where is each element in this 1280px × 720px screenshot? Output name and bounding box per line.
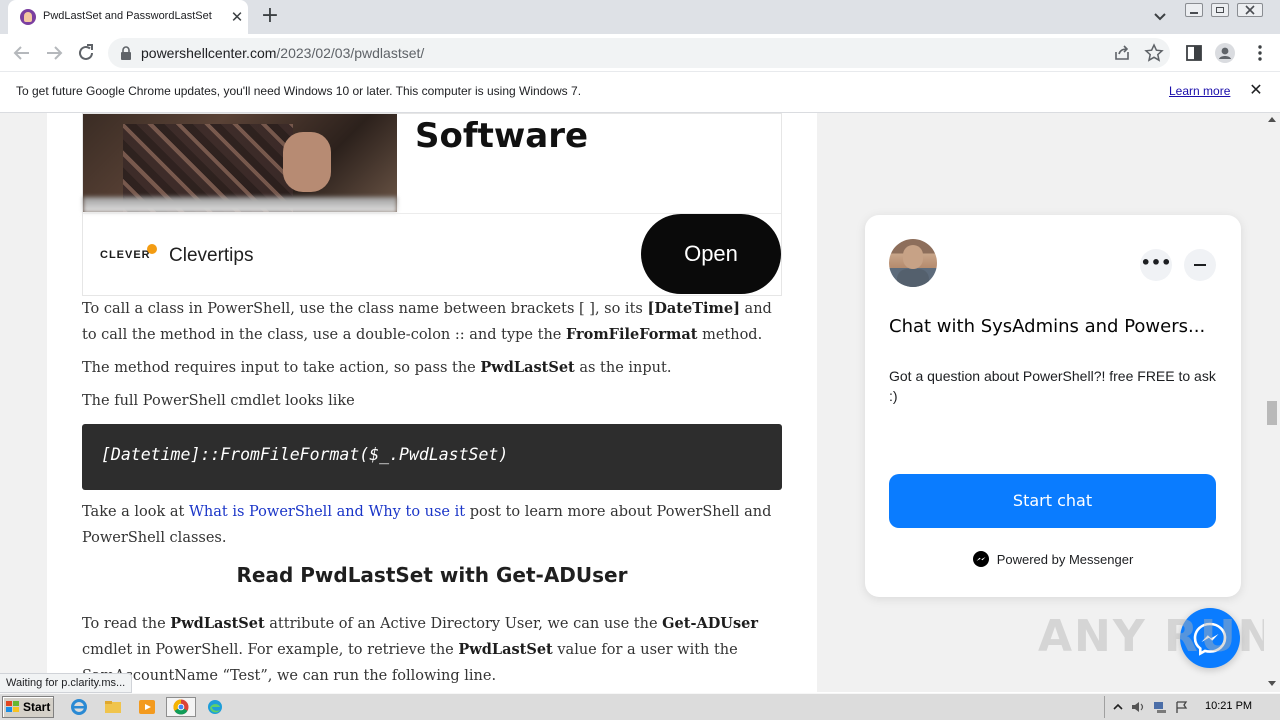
reload-icon[interactable] <box>74 41 98 65</box>
messenger-icon <box>972 551 989 567</box>
window-close-button[interactable] <box>1237 3 1263 17</box>
tray-expand-icon[interactable] <box>1111 701 1125 713</box>
ie-taskbar-icon[interactable] <box>68 697 90 717</box>
side-panel-icon[interactable] <box>1184 43 1204 63</box>
paragraph-get-aduser: To read the PwdLastSet attribute of an A… <box>82 615 758 684</box>
avatar <box>889 239 937 287</box>
ad-brand-mark: CLEVER <box>100 249 151 261</box>
scroll-down-arrow-icon[interactable] <box>1268 681 1276 686</box>
window-restore-button[interactable] <box>1211 3 1229 17</box>
windows-taskbar: Start 10:21 PM <box>0 693 1280 720</box>
infobar-close-icon[interactable]: ✕ <box>1247 81 1265 99</box>
more-options-button[interactable]: ••• <box>1140 249 1172 281</box>
action-center-flag-icon[interactable] <box>1175 701 1189 713</box>
article-link[interactable]: What is PowerShell and Why to use it <box>189 504 465 520</box>
article-content: Software CLEVER Clevertips Open To call … <box>47 113 817 692</box>
media-player-icon[interactable] <box>136 697 158 717</box>
volume-icon[interactable] <box>1131 701 1145 713</box>
minimize-chat-button[interactable] <box>1184 249 1216 281</box>
address-bar[interactable]: powershellcenter.com/2023/02/03/pwdlasts… <box>108 38 1170 68</box>
chat-greeting: Got a question about PowerShell?! free F… <box>889 368 1216 404</box>
network-icon[interactable] <box>1153 701 1167 713</box>
window-minimize-button[interactable] <box>1185 3 1203 17</box>
menu-kebab-icon[interactable] <box>1250 43 1270 63</box>
start-button[interactable]: Start <box>2 696 54 718</box>
forward-arrow-icon[interactable] <box>42 41 66 65</box>
tab-close-icon[interactable]: ✕ <box>227 7 247 27</box>
ad-photo-fade <box>83 197 397 213</box>
chrome-taskbar-icon[interactable] <box>166 697 196 717</box>
ad-open-button[interactable]: Open <box>641 214 781 294</box>
start-label: Start <box>23 700 51 714</box>
system-tray: 10:21 PM <box>1104 696 1278 718</box>
tab-strip: PwdLastSet and PasswordLastSet ✕ + <box>0 0 1280 34</box>
back-arrow-icon[interactable] <box>10 41 34 65</box>
messenger-chat-widget: ••• Chat with SysAdmins and Powers... Go… <box>865 215 1241 597</box>
clever-logo-icon: CLEVER <box>100 244 160 264</box>
share-icon[interactable] <box>1112 43 1132 63</box>
windows-flag-icon <box>6 701 19 712</box>
profile-avatar-icon[interactable] <box>1215 43 1235 63</box>
anyrun-watermark: ANY RUN <box>1038 611 1277 662</box>
sidebar: ••• Chat with SysAdmins and Powers... Go… <box>818 113 1264 692</box>
paragraph-datetime: To call a class in PowerShell, use the c… <box>82 300 772 343</box>
explorer-folder-icon[interactable] <box>102 697 124 717</box>
page-viewport: Software CLEVER Clevertips Open To call … <box>0 113 1264 692</box>
paragraph-cmdlet-intro: The full PowerShell cmdlet looks like <box>82 393 355 409</box>
start-chat-button[interactable]: Start chat <box>889 474 1216 528</box>
powered-by-messenger: Powered by Messenger <box>865 551 1241 567</box>
ad-brand-name[interactable]: Clevertips <box>169 245 253 267</box>
taskbar-clock[interactable]: 10:21 PM <box>1205 700 1252 712</box>
page-scrollbar[interactable] <box>1264 113 1280 692</box>
paragraph-input: The method requires input to take action… <box>82 359 672 376</box>
paragraph-learn-more: Take a look at What is PowerShell and Wh… <box>82 504 772 546</box>
bookmark-star-icon[interactable] <box>1144 43 1164 63</box>
url-text[interactable]: powershellcenter.com/2023/02/03/pwdlasts… <box>141 45 424 61</box>
lock-icon[interactable] <box>120 46 132 60</box>
ad-headline[interactable]: Software <box>415 116 588 156</box>
learn-more-link[interactable]: Learn more <box>1169 84 1230 98</box>
edge-taskbar-icon[interactable] <box>204 697 226 717</box>
chat-title: Chat with SysAdmins and Powers... <box>889 316 1206 337</box>
update-infobar: To get future Google Chrome updates, you… <box>0 72 1280 113</box>
tab-search-chevron-icon[interactable] <box>1150 8 1170 26</box>
scroll-up-arrow-icon[interactable] <box>1268 117 1276 122</box>
infobar-message: To get future Google Chrome updates, you… <box>16 84 582 98</box>
code-block[interactable]: [Datetime]::FromFileFormat($_.PwdLastSet… <box>82 424 782 490</box>
site-favicon-icon <box>20 9 36 25</box>
section-heading: Read PwdLastSet with Get-ADUser <box>236 563 628 587</box>
code-snippet[interactable]: [Datetime]::FromFileFormat($_.PwdLastSet… <box>101 445 508 464</box>
tab-active[interactable]: PwdLastSet and PasswordLastSet ✕ <box>8 0 248 34</box>
scroll-thumb[interactable] <box>1267 401 1277 425</box>
browser-toolbar: powershellcenter.com/2023/02/03/pwdlasts… <box>0 34 1280 72</box>
status-bar: Waiting for p.clarity.ms... <box>0 673 133 693</box>
tab-title: PwdLastSet and PasswordLastSet <box>43 10 212 22</box>
advertisement[interactable]: Software CLEVER Clevertips Open <box>82 113 782 296</box>
new-tab-button[interactable]: + <box>258 5 282 29</box>
